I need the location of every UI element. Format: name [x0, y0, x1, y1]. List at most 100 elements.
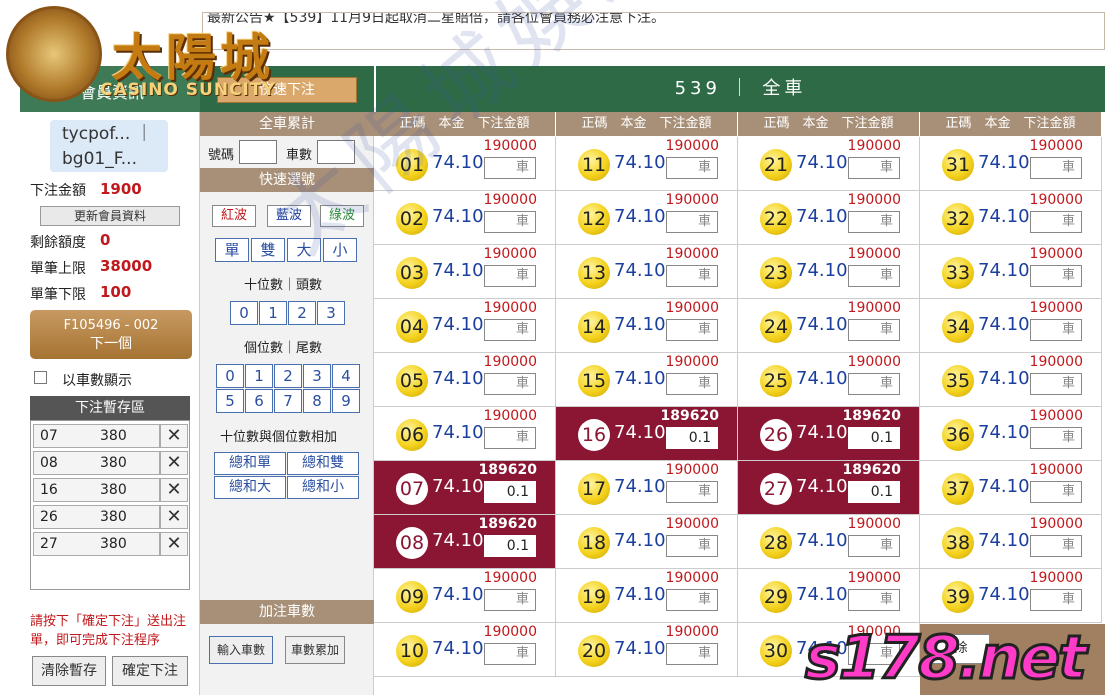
number-cell[interactable]: 11 74.10 190000 車: [556, 137, 738, 191]
tens-button-3[interactable]: 3: [317, 301, 345, 325]
number-cell[interactable]: 25 74.10 190000 車: [738, 353, 920, 407]
units-button-5[interactable]: 5: [216, 389, 244, 413]
tens-button-0[interactable]: 0: [230, 301, 258, 325]
number-cell[interactable]: 09 74.10 190000 車: [374, 569, 556, 623]
oddeven-button-1[interactable]: 雙: [251, 238, 285, 262]
number-cell[interactable]: 06 74.10 190000 車: [374, 407, 556, 461]
units-button-1[interactable]: 1: [245, 364, 273, 388]
number-cell[interactable]: 19 74.10 190000 車: [556, 569, 738, 623]
input-count-button[interactable]: 輸入車數: [209, 636, 273, 664]
units-button-7[interactable]: 7: [274, 389, 302, 413]
show-by-count-checkbox[interactable]: [34, 371, 47, 384]
number-cell[interactable]: 31 74.10 190000 車: [920, 137, 1102, 191]
number-cell[interactable]: 18 74.10 190000 車: [556, 515, 738, 569]
bet-amount-input[interactable]: 車: [666, 481, 718, 503]
bet-amount-input[interactable]: 車: [484, 157, 536, 179]
bet-amount-input[interactable]: 車: [666, 211, 718, 233]
bet-amount-input[interactable]: 車: [484, 427, 536, 449]
number-cell[interactable]: 04 74.10 190000 車: [374, 299, 556, 353]
bet-amount-input[interactable]: 車: [1030, 427, 1082, 449]
bet-amount-input[interactable]: 車: [1030, 265, 1082, 287]
bet-amount-input[interactable]: 車: [484, 643, 536, 665]
number-cell[interactable]: 14 74.10 190000 車: [556, 299, 738, 353]
number-cell[interactable]: 36 74.10 190000 車: [920, 407, 1102, 461]
sum-button-3[interactable]: 總和小: [287, 476, 359, 499]
bet-amount-input[interactable]: 車: [1030, 589, 1082, 611]
sum-button-2[interactable]: 總和大: [214, 476, 286, 499]
bet-amount-input[interactable]: 車: [484, 589, 536, 611]
number-cell[interactable]: 27 74.10 189620 0.1: [738, 461, 920, 515]
bet-amount-input[interactable]: 車: [1030, 373, 1082, 395]
number-cell[interactable]: 12 74.10 190000 車: [556, 191, 738, 245]
bet-amount-input[interactable]: 車: [848, 373, 900, 395]
bet-amount-input[interactable]: 車: [666, 265, 718, 287]
tens-button-2[interactable]: 2: [288, 301, 316, 325]
number-cell[interactable]: 32 74.10 190000 車: [920, 191, 1102, 245]
number-cell[interactable]: 23 74.10 190000 車: [738, 245, 920, 299]
number-cell[interactable]: 33 74.10 190000 車: [920, 245, 1102, 299]
number-cell[interactable]: 29 74.10 190000 車: [738, 569, 920, 623]
remove-icon[interactable]: ✕: [160, 478, 188, 502]
bet-amount-input[interactable]: 車: [666, 157, 718, 179]
bet-amount-input[interactable]: 車: [848, 265, 900, 287]
bet-amount-input[interactable]: 車: [848, 535, 900, 557]
units-button-6[interactable]: 6: [245, 389, 273, 413]
bet-amount-input[interactable]: 車: [484, 265, 536, 287]
number-cell[interactable]: 24 74.10 190000 車: [738, 299, 920, 353]
number-cell[interactable]: 21 74.10 190000 車: [738, 137, 920, 191]
bet-amount-input[interactable]: 車: [666, 643, 718, 665]
number-cell[interactable]: 17 74.10 190000 車: [556, 461, 738, 515]
update-member-button[interactable]: 更新會員資料: [40, 206, 180, 226]
bet-amount-input[interactable]: 車: [666, 535, 718, 557]
bet-amount-input[interactable]: 0.1: [484, 535, 536, 557]
units-button-0[interactable]: 0: [216, 364, 244, 388]
units-button-2[interactable]: 2: [274, 364, 302, 388]
units-button-8[interactable]: 8: [303, 389, 331, 413]
number-cell[interactable]: 13 74.10 190000 車: [556, 245, 738, 299]
number-cell[interactable]: 05 74.10 190000 車: [374, 353, 556, 407]
bet-amount-input[interactable]: 車: [1030, 319, 1082, 341]
bet-amount-input[interactable]: 0.1: [848, 481, 900, 503]
bet-amount-input[interactable]: 車: [1030, 535, 1082, 557]
clear-temp-button[interactable]: 清除暫存: [32, 656, 106, 686]
number-cell[interactable]: 26 74.10 189620 0.1: [738, 407, 920, 461]
number-cell[interactable]: 28 74.10 190000 車: [738, 515, 920, 569]
oddeven-button-0[interactable]: 單: [215, 238, 249, 262]
bet-amount-input[interactable]: 車: [848, 157, 900, 179]
remove-icon[interactable]: ✕: [160, 505, 188, 529]
bet-amount-input[interactable]: 車: [848, 211, 900, 233]
bet-amount-input[interactable]: 0.1: [848, 427, 900, 449]
number-cell[interactable]: 34 74.10 190000 車: [920, 299, 1102, 353]
remove-icon[interactable]: ✕: [160, 424, 188, 448]
bet-amount-input[interactable]: 0.1: [666, 427, 718, 449]
bet-amount-input[interactable]: 0.1: [484, 481, 536, 503]
bet-amount-input[interactable]: 車: [848, 319, 900, 341]
sum-button-0[interactable]: 總和單: [214, 452, 286, 475]
confirm-bet-button[interactable]: 確定下注: [112, 656, 188, 686]
remove-icon[interactable]: ✕: [160, 532, 188, 556]
bet-amount-input[interactable]: 車: [484, 319, 536, 341]
bet-amount-input[interactable]: 車: [666, 319, 718, 341]
accumulate-count-button[interactable]: 車數累加: [285, 636, 345, 664]
number-cell[interactable]: 10 74.10 190000 車: [374, 623, 556, 677]
bet-amount-input[interactable]: 車: [1030, 211, 1082, 233]
number-cell[interactable]: 16 74.10 189620 0.1: [556, 407, 738, 461]
bet-amount-input[interactable]: 車: [484, 373, 536, 395]
number-cell[interactable]: 38 74.10 190000 車: [920, 515, 1102, 569]
number-cell[interactable]: 15 74.10 190000 車: [556, 353, 738, 407]
number-cell[interactable]: 37 74.10 190000 車: [920, 461, 1102, 515]
sum-button-1[interactable]: 總和雙: [287, 452, 359, 475]
number-cell[interactable]: 39 74.10 190000 車: [920, 569, 1102, 623]
bet-amount-input[interactable]: 車: [484, 211, 536, 233]
number-cell[interactable]: 20 74.10 190000 車: [556, 623, 738, 677]
units-button-3[interactable]: 3: [303, 364, 331, 388]
number-cell[interactable]: 08 74.10 189620 0.1: [374, 515, 556, 569]
units-button-4[interactable]: 4: [332, 364, 360, 388]
bet-amount-input[interactable]: 車: [848, 589, 900, 611]
next-ticket-button[interactable]: F105496 - 002 下一個: [30, 310, 192, 359]
number-cell[interactable]: 35 74.10 190000 車: [920, 353, 1102, 407]
bet-amount-input[interactable]: 車: [1030, 157, 1082, 179]
tens-button-1[interactable]: 1: [259, 301, 287, 325]
number-cell[interactable]: 03 74.10 190000 車: [374, 245, 556, 299]
number-cell[interactable]: 07 74.10 189620 0.1: [374, 461, 556, 515]
